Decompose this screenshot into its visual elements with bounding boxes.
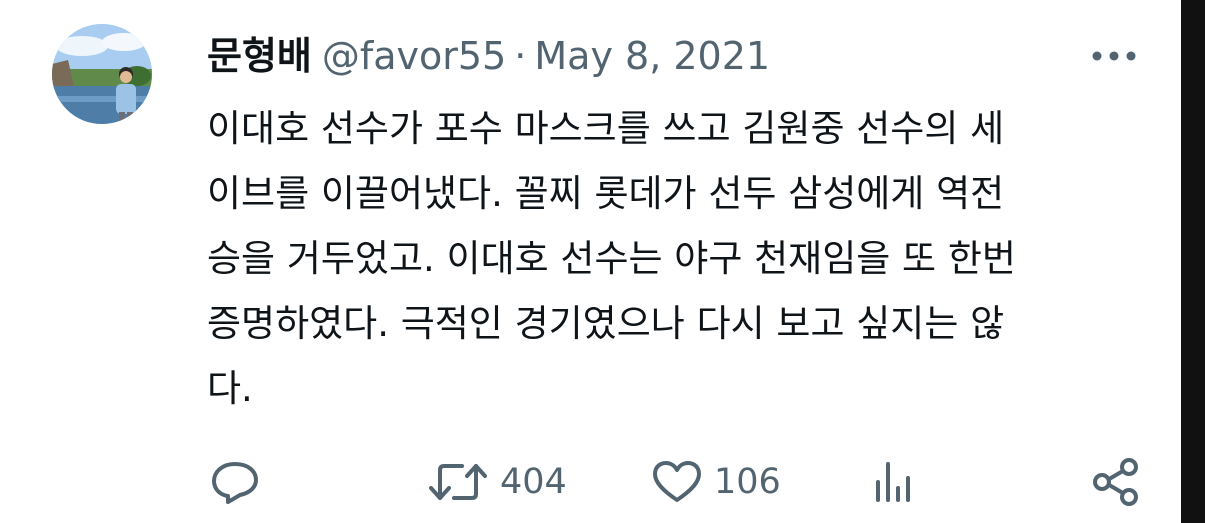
views-button[interactable]: [872, 452, 928, 512]
tweet-text-line: 이브를 이끌어냈다. 꼴찌 롯데가 선두 삼성에게 역전: [207, 172, 1005, 215]
action-bar: 404 106: [0, 452, 1205, 512]
tweet-date[interactable]: May 8, 2021: [534, 34, 770, 78]
tweet-header: 문형배 @favor55 · May 8, 2021: [207, 32, 770, 80]
share-button[interactable]: [1092, 452, 1152, 512]
like-count: 106: [714, 462, 781, 502]
tweet-text-line: 다.: [207, 367, 253, 410]
avatar[interactable]: [52, 24, 152, 124]
avatar-photo: [52, 24, 152, 124]
user-handle[interactable]: @favor55: [322, 34, 506, 78]
tweet-text-line: 이대호 선수가 포수 마스크를 쓰고 김원중 선수의 세: [207, 107, 1005, 150]
share-icon: [1093, 458, 1138, 506]
reply-button[interactable]: [210, 452, 272, 512]
more-icon: [1092, 51, 1136, 61]
tweet-text-line: 승을 거두었고. 이대호 선수는 야구 천재임을 또 한번: [207, 237, 1016, 280]
tweet-text-line: 증명하였다. 극적인 경기였으나 다시 보고 싶지는 않: [207, 302, 1005, 345]
heart-icon: [653, 461, 701, 502]
analytics-icon: [876, 462, 910, 502]
retweet-count: 404: [500, 462, 567, 502]
reply-icon: [212, 462, 258, 504]
tweet: 문형배 @favor55 · May 8, 2021 이대호 선수가 포수 마스크를 …: [0, 0, 1205, 523]
more-options-button[interactable]: [1086, 36, 1142, 76]
scrollbar[interactable]: [1181, 0, 1205, 523]
retweet-button[interactable]: 404: [428, 452, 567, 512]
display-name[interactable]: 문형배: [207, 34, 312, 78]
like-button[interactable]: 106: [652, 452, 781, 512]
retweet-icon: [429, 464, 487, 500]
separator-dot: ·: [514, 34, 527, 78]
tweet-text: 이대호 선수가 포수 마스크를 쓰고 김원중 선수의 세 이브를 이끌어냈다. …: [207, 96, 1147, 421]
